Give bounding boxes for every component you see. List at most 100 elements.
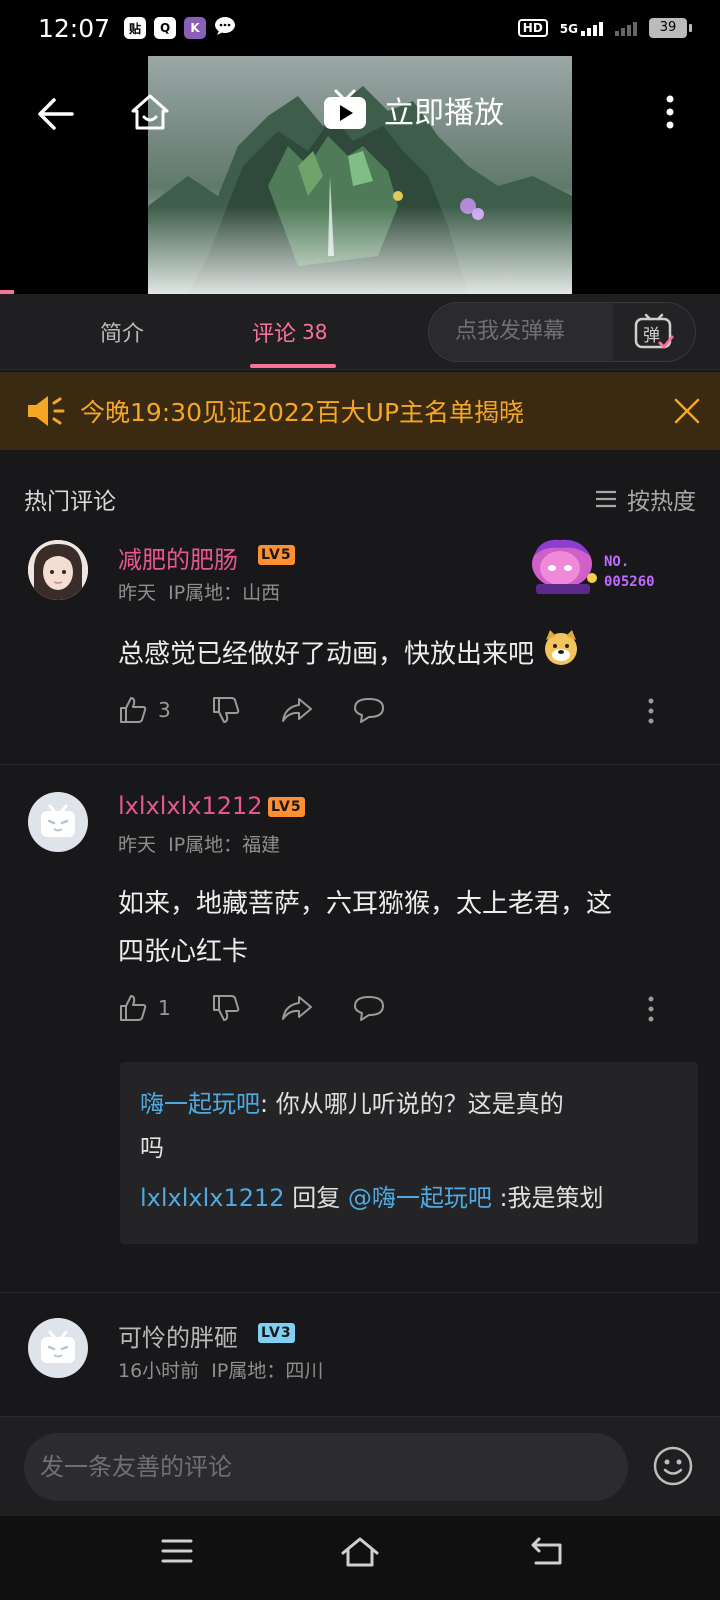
arrow-left-icon — [38, 98, 74, 130]
reply-username[interactable]: 嗨一起玩吧 — [140, 1090, 260, 1118]
level-badge: LV3 — [258, 1323, 295, 1343]
battery-icon: 39 — [649, 18, 692, 38]
dislike-button[interactable] — [211, 695, 241, 725]
like-count: 3 — [158, 698, 171, 722]
comment-bubble-icon — [353, 996, 384, 1021]
close-icon — [674, 398, 700, 424]
recent-apps-button[interactable] — [160, 1536, 194, 1570]
comment-actions: 3 — [118, 690, 425, 730]
comment-more-button[interactable] — [648, 698, 654, 728]
comment-input-placeholder: 发一条友善的评论 — [40, 1453, 232, 1481]
home-icon — [131, 94, 169, 130]
share-button[interactable] — [281, 696, 313, 724]
reply-button[interactable] — [353, 994, 385, 1022]
thumbs-down-icon — [212, 995, 239, 1021]
more-vertical-icon — [648, 698, 654, 724]
emoji-button[interactable] — [652, 1445, 694, 1491]
list-sort-icon — [596, 490, 616, 508]
avatar[interactable] — [28, 540, 88, 600]
reply-username[interactable]: lxlxlxlx1212 — [140, 1184, 285, 1212]
more-options-button[interactable] — [650, 88, 690, 136]
danmaku-input[interactable]: 点我发弹幕 弹 — [428, 302, 696, 362]
comment-meta: 昨天 IP属地：山西 — [118, 582, 281, 604]
svg-text:弹: 弹 — [643, 326, 660, 346]
thumbs-up-icon — [120, 995, 147, 1021]
message-notification-icon — [214, 14, 236, 42]
browser-app-icon: Q — [154, 17, 177, 39]
tab-intro[interactable]: 简介 — [100, 294, 144, 370]
comment-input-bar: 发一条友善的评论 — [0, 1416, 720, 1516]
avatar[interactable] — [28, 1318, 88, 1378]
thumbs-up-icon — [120, 697, 147, 723]
play-now-button[interactable]: 立即播放 — [322, 88, 504, 132]
like-button[interactable]: 3 — [118, 695, 171, 725]
share-arrow-icon — [281, 996, 312, 1020]
doge-emoji-icon — [542, 628, 580, 682]
emoji-face-icon — [653, 1446, 693, 1486]
home-button[interactable] — [126, 88, 174, 136]
more-vertical-icon — [666, 95, 674, 129]
thumbs-down-icon — [212, 697, 239, 723]
like-count: 1 — [158, 996, 171, 1020]
reply-thread[interactable]: 嗨一起玩吧: 你从哪儿听说的？这是真的吗 lxlxlxlx1212 回复 @嗨一… — [120, 1062, 698, 1244]
tab-comments[interactable]: 评论 38 — [252, 294, 327, 370]
default-avatar-tv-icon — [41, 1330, 75, 1363]
k-app-icon: K — [184, 17, 207, 39]
video-player[interactable]: 立即播放 — [0, 56, 720, 294]
back-return-icon — [531, 1537, 562, 1565]
back-nav-button[interactable] — [530, 1536, 564, 1570]
comment-username[interactable]: 减肥的肥肠 — [118, 540, 238, 575]
dislike-button[interactable] — [211, 993, 241, 1023]
comments-count: 38 — [302, 320, 328, 344]
hot-comments-title: 热门评论 — [24, 489, 116, 515]
hd-voice-icon: HD — [517, 19, 548, 37]
active-tab-indicator — [250, 364, 336, 368]
comment-username[interactable]: lxlxlxlx1212 — [118, 792, 263, 820]
sort-by-hotness-button[interactable]: 按热度 — [595, 482, 696, 516]
secondary-signal-icon — [615, 20, 637, 36]
share-button[interactable] — [281, 994, 313, 1022]
more-vertical-icon — [648, 996, 654, 1022]
status-time: 12:07 — [38, 13, 111, 43]
comment-bubble-icon — [353, 698, 384, 723]
danmaku-placeholder: 点我发弹幕 — [455, 319, 566, 344]
tieba-app-icon: 贴 — [124, 17, 147, 39]
anime-girl-badge-icon — [532, 539, 597, 594]
menu-lines-icon — [161, 1539, 193, 1563]
comment-text: 如来，地藏菩萨，六耳猕猴，太上老君，这 四张心红卡 — [118, 889, 613, 967]
comment-actions: 1 — [118, 988, 425, 1028]
speaker-icon — [26, 394, 66, 432]
avatar[interactable] — [28, 792, 88, 852]
comment-text: 总感觉已经做好了动画，快放出来吧 — [118, 628, 688, 682]
comment-username[interactable]: 可怜的胖砸 — [118, 1318, 238, 1353]
reply-item: 嗨一起玩吧: 你从哪儿听说的？这是真的吗 — [140, 1090, 564, 1162]
danmaku-icon: 弹 — [634, 313, 674, 349]
comment-divider — [0, 1292, 720, 1293]
cellular-signal-icon: 5G — [560, 20, 603, 36]
level-badge: LV5 — [268, 797, 305, 817]
reply-item: lxlxlxlx1212 回复 @嗨一起玩吧 :我是策划 — [140, 1184, 604, 1212]
home-outline-icon — [341, 1537, 379, 1567]
announcement-banner[interactable]: 今晚19:30见证2022百大UP主名单揭晓 — [0, 372, 720, 450]
tab-bar: 简介 评论 38 点我发弹幕 弹 — [0, 294, 720, 370]
comment-divider — [0, 764, 720, 765]
level-badge: LV5 — [258, 545, 295, 565]
comment-meta: 16小时前 IP属地：四川 — [118, 1360, 324, 1382]
comment-more-button[interactable] — [648, 996, 654, 1026]
like-button[interactable]: 1 — [118, 993, 171, 1023]
announcement-text: 今晚19:30见证2022百大UP主名单揭晓 — [80, 398, 525, 427]
hot-comments-header: 热门评论 按热度 — [0, 476, 720, 520]
play-now-label: 立即播放 — [384, 96, 504, 131]
comment-meta: 昨天 IP属地：福建 — [118, 834, 281, 856]
danmaku-toggle-button[interactable]: 弹 — [613, 303, 695, 361]
close-banner-button[interactable] — [674, 398, 700, 428]
share-arrow-icon — [281, 698, 312, 722]
fan-badge[interactable]: NO. 005260 — [526, 534, 655, 602]
reply-button[interactable] — [353, 696, 385, 724]
tv-play-icon — [324, 89, 366, 129]
back-button[interactable] — [34, 92, 78, 136]
comment-input[interactable]: 发一条友善的评论 — [24, 1433, 628, 1501]
home-nav-button[interactable] — [340, 1536, 380, 1572]
status-bar: 12:07 贴 Q K HD 5G 39 — [0, 0, 720, 56]
reply-mention[interactable]: @嗨一起玩吧 — [348, 1184, 492, 1212]
